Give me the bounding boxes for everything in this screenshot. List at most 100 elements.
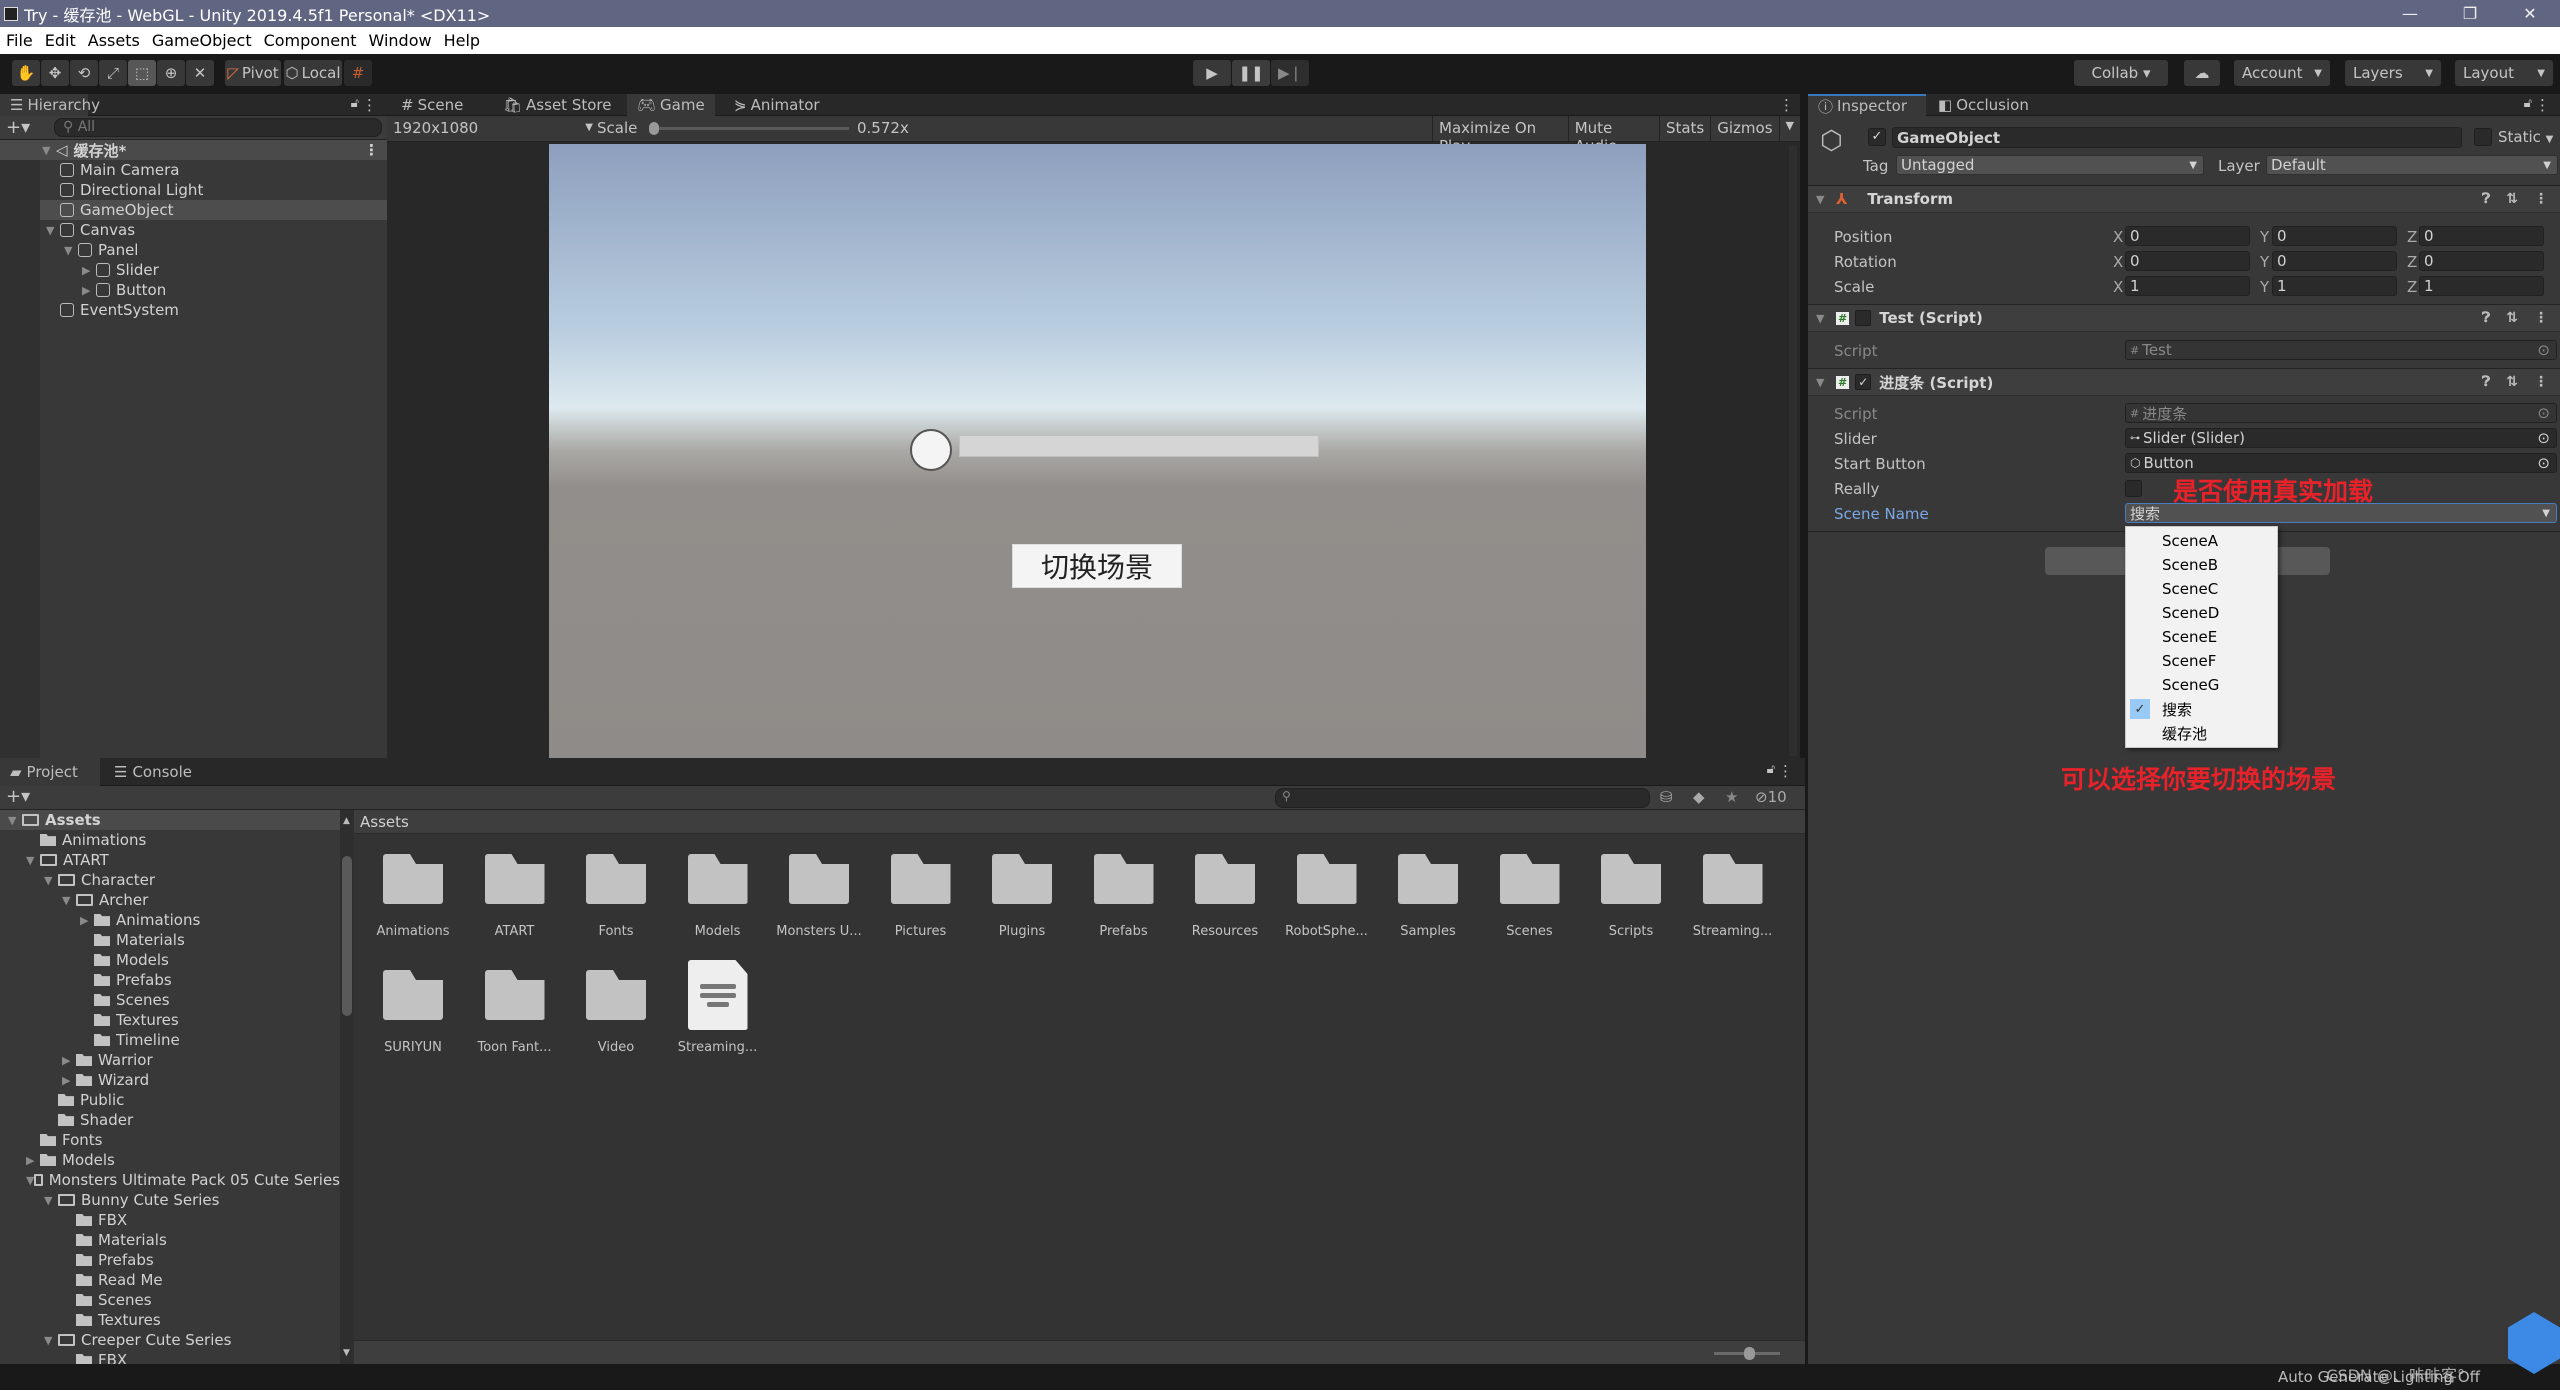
project-tree-item[interactable]: Fonts (0, 1130, 340, 1150)
help-icon[interactable]: ❓︎ (2482, 310, 2490, 326)
scale-tool-button[interactable]: ⤢ (99, 60, 127, 86)
icon-size-slider-handle[interactable] (1744, 1347, 1755, 1360)
axis-label-z[interactable]: Z (2407, 253, 2417, 271)
expand-triangle-icon[interactable]: ▼ (26, 1174, 34, 1187)
kebab-menu-icon[interactable]: ⋮ (1778, 762, 1793, 780)
tab-animator[interactable]: ⋟ Animator (724, 94, 830, 116)
transform-scale-z-input[interactable]: 1 (2419, 276, 2544, 296)
axis-label-x[interactable]: X (2113, 278, 2123, 296)
rotate-tool-button[interactable]: ⟲ (70, 60, 98, 86)
filter-by-type-icon[interactable]: ⛁ (1660, 788, 1673, 806)
transform-tool-button[interactable]: ⊕ (157, 60, 185, 86)
restore-button[interactable]: ❐ (2440, 0, 2500, 27)
hierarchy-item[interactable]: ▶ Slider (40, 260, 387, 280)
asset-item[interactable]: Prefabs (1073, 854, 1175, 939)
gameobject-cube-icon[interactable]: ⬡ (1820, 126, 1843, 156)
menu-help[interactable]: Help (444, 31, 480, 50)
project-tree-item[interactable]: Textures (0, 1310, 340, 1330)
progress-script-header[interactable]: ▼ # ✓ 进度条 (Script) ❓︎ ⇅ ⋮ (1808, 368, 2560, 396)
transform-header[interactable]: ▼ ⅄ Transform ❓︎ ⇅ ⋮ (1808, 185, 2560, 213)
menu-file[interactable]: File (6, 31, 33, 50)
dropdown-option[interactable]: 缓存池 (2126, 721, 2277, 745)
tab-scene[interactable]: # Scene (391, 94, 473, 116)
project-tree-item[interactable]: Scenes (0, 1290, 340, 1310)
hand-tool-button[interactable]: ✋ (12, 60, 40, 86)
layout-dropdown[interactable]: Layout ▼ (2455, 60, 2553, 86)
pause-button[interactable]: ❚❚ (1232, 60, 1270, 86)
transform-position-z-input[interactable]: 0 (2419, 226, 2544, 246)
hierarchy-item[interactable]: ▶ Button (40, 280, 387, 300)
kebab-menu-icon[interactable]: ⋮ (2534, 310, 2548, 326)
project-tree-item[interactable]: Public (0, 1090, 340, 1110)
filter-by-label-icon[interactable]: ◆ (1693, 788, 1705, 806)
scroll-up-icon[interactable]: ▲ (343, 816, 350, 826)
project-tree-item[interactable]: Scenes (0, 990, 340, 1010)
asset-item[interactable]: Streaming... (667, 960, 769, 1055)
transform-position-y-input[interactable]: 0 (2272, 226, 2397, 246)
axis-label-y[interactable]: Y (2260, 228, 2269, 246)
expand-triangle-icon[interactable]: ▼ (46, 224, 60, 237)
game-scrollbar[interactable] (1789, 146, 1797, 756)
cloud-button[interactable]: ☁ (2184, 60, 2220, 86)
hierarchy-item[interactable]: ▼ Canvas (40, 220, 387, 240)
menu-edit[interactable]: Edit (45, 31, 76, 50)
enable-checkbox[interactable]: ✓ (1855, 374, 1872, 390)
tree-scrollbar[interactable]: ▲ ▼ (340, 810, 354, 1364)
kebab-menu-icon[interactable]: ⋮ (362, 96, 377, 114)
axis-label-z[interactable]: Z (2407, 278, 2417, 296)
dropdown-option[interactable]: SceneF (2126, 649, 2277, 673)
transform-rotation-x-input[interactable]: 0 (2125, 251, 2250, 271)
expand-triangle-icon[interactable]: ▼ (26, 854, 40, 867)
expand-triangle-icon[interactable]: ▶ (62, 1074, 76, 1087)
project-tree-item[interactable]: Animations (0, 830, 340, 850)
dropdown-option[interactable]: SceneA (2126, 529, 2277, 553)
project-tree-item[interactable]: Materials (0, 930, 340, 950)
move-tool-button[interactable]: ✥ (41, 60, 69, 86)
project-tree-item[interactable]: Read Me (0, 1270, 340, 1290)
test-script-header[interactable]: ▼ # Test (Script) ❓︎ ⇅ ⋮ (1808, 304, 2560, 332)
object-picker-icon[interactable]: ⊙ (2537, 341, 2550, 359)
lock-icon[interactable]: 🔓︎ (2524, 96, 2532, 111)
asset-item[interactable]: Streaming... (1682, 854, 1784, 939)
test-script-field[interactable]: # Test ⊙ (2125, 340, 2557, 360)
asset-item[interactable]: Models (667, 854, 769, 939)
project-tree-item[interactable]: Textures (0, 1010, 340, 1030)
asset-item[interactable]: Pictures (870, 854, 972, 939)
tag-dropdown[interactable]: Untagged ▼ (1896, 155, 2204, 175)
asset-item[interactable]: Animations (362, 854, 464, 939)
account-dropdown[interactable]: Account ▼ (2234, 60, 2330, 86)
step-button[interactable]: ▶❘ (1271, 60, 1309, 86)
expand-triangle-icon[interactable]: ▼ (64, 244, 78, 257)
menu-component[interactable]: Component (264, 31, 357, 50)
axis-label-x[interactable]: X (2113, 253, 2123, 271)
project-tree-item[interactable]: ▶ Wizard (0, 1070, 340, 1090)
add-icon[interactable]: +▾ (6, 117, 30, 138)
project-tree-item[interactable]: Timeline (0, 1030, 340, 1050)
transform-rotation-z-input[interactable]: 0 (2419, 251, 2544, 271)
scale-slider-track[interactable] (649, 127, 849, 130)
minimize-button[interactable]: — (2380, 0, 2440, 27)
transform-scale-y-input[interactable]: 1 (2272, 276, 2397, 296)
project-tree-item[interactable]: ▼ ATART (0, 850, 340, 870)
enable-checkbox[interactable] (1855, 310, 1872, 326)
rect-tool-button[interactable]: ⬚ (128, 60, 156, 86)
object-picker-icon[interactable]: ⊙ (2537, 429, 2550, 447)
kebab-menu-icon[interactable]: ⋮ (364, 141, 379, 159)
axis-label-y[interactable]: Y (2260, 278, 2269, 296)
tab-inspector[interactable]: ⓘ Inspector (1808, 94, 1926, 116)
asset-item[interactable]: Toon Fant... (464, 970, 566, 1055)
dropdown-option[interactable]: ✓ 搜索 (2126, 697, 2277, 721)
static-dropdown[interactable]: Static ▼ (2498, 128, 2553, 146)
stats-toggle[interactable]: Stats (1658, 116, 1710, 142)
presets-icon[interactable]: ⇅ (2506, 191, 2518, 207)
progress-script-field[interactable]: # 进度条 ⊙ (2125, 403, 2557, 423)
expand-triangle-icon[interactable]: ▶ (62, 1054, 76, 1067)
presets-icon[interactable]: ⇅ (2506, 374, 2518, 390)
snap-button[interactable]: # (344, 60, 372, 86)
hierarchy-search-input[interactable]: ⚲ All (54, 118, 382, 137)
lock-icon[interactable]: 🔓︎ (1767, 762, 1775, 777)
project-tree-item[interactable]: FBX (0, 1350, 340, 1364)
hierarchy-item[interactable]: Main Camera (40, 160, 387, 180)
really-checkbox[interactable] (2125, 480, 2142, 497)
expand-triangle-icon[interactable]: ▼ (44, 1334, 58, 1347)
